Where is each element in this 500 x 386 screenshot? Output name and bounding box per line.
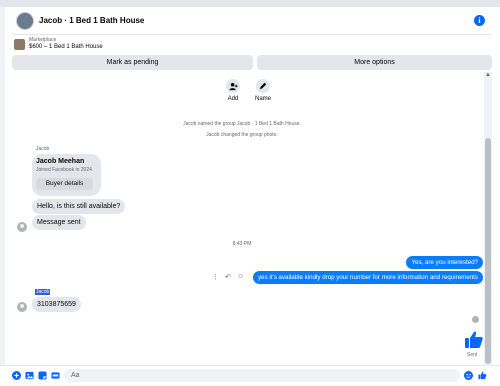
reply-arrow-icon[interactable]: ↶: [225, 273, 231, 281]
thumbs-up-icon[interactable]: [464, 330, 484, 350]
system-message: Jacob changed the group photo.: [206, 132, 278, 138]
scroll-thumb[interactable]: [485, 138, 491, 364]
scroll-up-arrow-icon[interactable]: ▲: [485, 72, 491, 78]
system-message: Jacob named the group Jacob · 1 Bed 1 Ba…: [183, 121, 301, 127]
chat-header: Jacob · 1 Bed 1 Bath House i: [12, 7, 492, 35]
seen-avatar: [472, 316, 479, 323]
photo-icon[interactable]: [25, 371, 34, 380]
outgoing-message[interactable]: Yes, are you interested?: [406, 256, 483, 269]
buyer-name: Jacob Meehan: [36, 158, 85, 165]
name-label: Name: [255, 96, 272, 102]
chat-scrollbar[interactable]: ▲: [484, 72, 492, 368]
listing-action-row: Mark as pending More options: [12, 55, 492, 70]
listing-thumbnail: [14, 39, 25, 50]
incoming-message[interactable]: 3103875659: [32, 297, 81, 312]
message-composer: Aa: [0, 365, 500, 386]
incoming-message[interactable]: Message sent: [32, 215, 86, 230]
listing-price-title: $600 – 1 Bed 1 Bath House: [29, 44, 103, 50]
left-scroll-edge: [0, 7, 5, 365]
mark-pending-button[interactable]: Mark as pending: [12, 55, 253, 70]
thumbs-up-send-icon[interactable]: [478, 371, 487, 380]
listing-banner[interactable]: Marketplace $600 – 1 Bed 1 Bath House: [12, 36, 492, 54]
chat-title[interactable]: Jacob · 1 Bed 1 Bath House: [39, 16, 144, 25]
add-label: Add: [227, 96, 239, 102]
sender-name: Jacob: [35, 289, 51, 295]
info-icon[interactable]: i: [474, 15, 485, 26]
sent-status: Sent: [467, 352, 478, 358]
sticker-icon[interactable]: [38, 371, 47, 380]
pencil-icon[interactable]: [256, 79, 270, 93]
timestamp: 8:43 PM: [232, 241, 252, 247]
plus-circle-icon[interactable]: [12, 371, 21, 380]
gif-icon[interactable]: [51, 371, 60, 380]
group-avatar[interactable]: [16, 11, 34, 30]
message-tools: ⋮ ↶ ☺: [212, 273, 244, 281]
emoji-react-icon[interactable]: ☺: [237, 273, 244, 281]
listing-category: Marketplace: [29, 37, 57, 43]
message-input[interactable]: Aa: [64, 369, 460, 382]
add-action[interactable]: Add: [226, 79, 240, 102]
buyer-joined: Joined Facebook in 2024: [36, 167, 92, 173]
emoji-icon[interactable]: [464, 371, 473, 380]
more-vertical-icon[interactable]: ⋮: [212, 273, 219, 281]
more-options-button[interactable]: More options: [257, 55, 492, 70]
buyer-details-button[interactable]: Buyer details: [36, 178, 93, 190]
outgoing-message[interactable]: yes it's available kindly drop your numb…: [253, 271, 483, 284]
incoming-message[interactable]: Hello, is this still available?: [32, 199, 126, 214]
top-strip: [0, 0, 500, 7]
buyer-card: Jacob Meehan Joined Facebook in 2024 Buy…: [32, 154, 101, 196]
name-action[interactable]: Name: [255, 79, 271, 102]
sender-avatar[interactable]: [17, 222, 27, 232]
sender-name: Jacob: [36, 146, 50, 152]
sender-avatar[interactable]: [17, 302, 27, 312]
add-person-icon[interactable]: [226, 79, 240, 93]
